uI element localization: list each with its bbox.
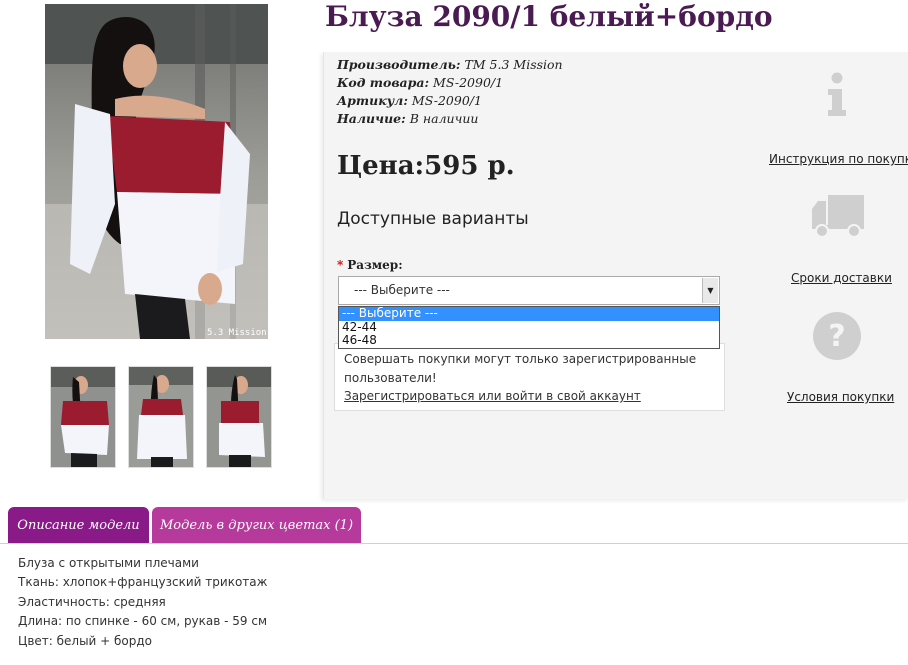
size-select[interactable]: --- Выберите --- ▼ [338, 276, 720, 305]
product-thumbnail-3[interactable] [206, 366, 272, 468]
purchase-instructions-link[interactable]: Инструкция по покупке [769, 152, 908, 166]
meta-product-code: Код товара: MS-2090/1 [337, 75, 504, 90]
product-price: Цена:595 р. [337, 151, 515, 181]
meta-article: Артикул: MS-2090/1 [337, 93, 482, 108]
thumbnail-illustration [207, 367, 271, 467]
description-line: Цвет: белый + бордо [18, 633, 153, 648]
required-mark: * [337, 258, 344, 272]
product-photo-illustration: 5.3 Mission [45, 4, 268, 339]
meta-manufacturer: Производитель: ТМ 5.3 Mission [337, 57, 563, 72]
svg-text:?: ? [828, 319, 845, 354]
delivery-times-link[interactable]: Сроки доставки [791, 271, 892, 285]
size-option[interactable]: --- Выберите --- [339, 306, 719, 321]
info-icon [828, 72, 846, 116]
size-option[interactable]: 42-44 [339, 320, 719, 335]
tab-model-description[interactable]: Описание модели [8, 507, 149, 543]
thumbnail-illustration [129, 367, 193, 467]
tab-divider [0, 543, 908, 544]
chevron-down-icon[interactable]: ▼ [702, 278, 718, 303]
truck-icon [812, 195, 864, 238]
description-line: Длина: по спинке - 60 см, рукав - 59 см [18, 614, 268, 629]
registration-notice: Совершать покупки могут только зарегистр… [334, 343, 725, 411]
size-option[interactable]: 46-48 [339, 333, 719, 348]
purchase-terms-link[interactable]: Условия покупки [787, 390, 894, 404]
thumbnail-illustration [51, 367, 115, 467]
product-main-image[interactable]: 5.3 Mission [45, 4, 268, 339]
size-select-value: --- Выберите --- [354, 283, 450, 297]
product-meta: Производитель: ТМ 5.3 Mission Код товара… [337, 56, 563, 128]
tab-other-colors[interactable]: Модель в других цветах (1) [152, 507, 361, 543]
product-thumbnail-2[interactable] [128, 366, 194, 468]
description-line: Ткань: хлопок+французский трикотаж [18, 575, 268, 590]
notice-text: Совершать покупки могут только зарегистр… [344, 352, 697, 385]
register-login-link[interactable]: Зарегистрироваться или войти в свой акка… [344, 389, 641, 403]
question-icon: ? [813, 312, 861, 360]
product-thumbnail-1[interactable] [50, 366, 116, 468]
variants-heading: Доступные варианты [337, 209, 529, 229]
size-dropdown-list: --- Выберите --- 42-44 46-48 [338, 306, 720, 349]
description-line: Блуза с открытыми плечами [18, 556, 199, 570]
meta-availability: Наличие: В наличии [337, 111, 479, 126]
product-title: Блуза 2090/1 белый+бордо [325, 0, 773, 33]
size-label: * Размер: [337, 258, 403, 272]
description-line: Эластичность: средняя [18, 594, 166, 609]
product-description: Блуза с открытыми плечами Ткань: хлопок+… [18, 554, 267, 651]
photo-watermark: 5.3 Mission [207, 328, 267, 338]
